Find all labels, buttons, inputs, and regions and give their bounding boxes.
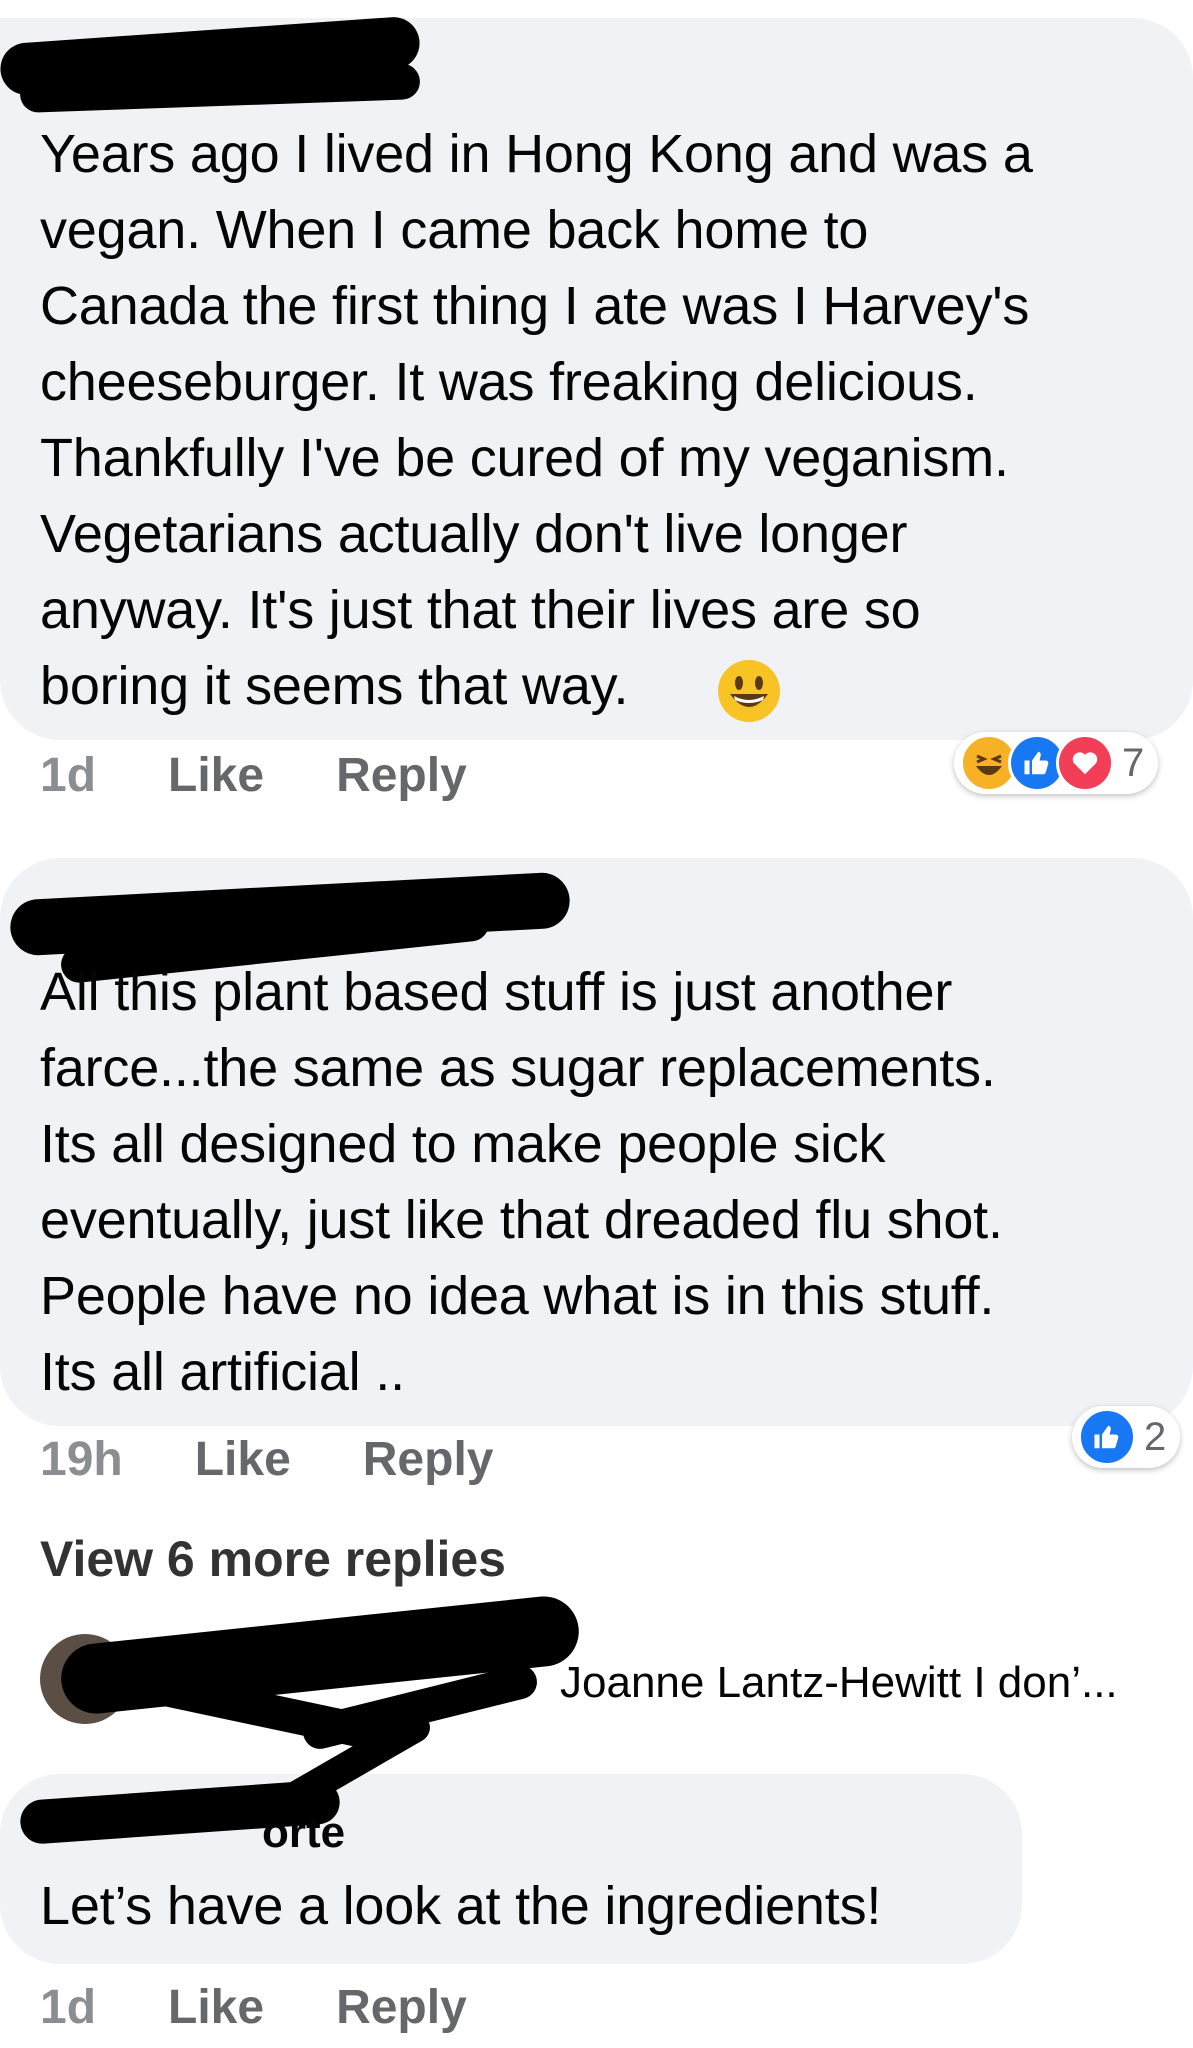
reaction-count: 2	[1144, 1414, 1167, 1459]
like-icon	[1078, 1408, 1136, 1466]
comment-text: Years ago I lived in Hong Kong and was a…	[40, 124, 1033, 716]
comment-timestamp: 1d	[40, 1981, 97, 2034]
comment-timestamp: 1d	[40, 749, 97, 802]
reply-preview-text[interactable]: Joanne Lantz-Hewitt I don’...	[560, 1658, 1118, 1708]
like-button[interactable]: Like	[168, 1980, 264, 2035]
reply-button[interactable]: Reply	[363, 1432, 494, 1487]
comment-timestamp: 19h	[40, 1433, 123, 1486]
comment-actions: 19h Like Reply	[40, 1432, 565, 1487]
comment-text: Let’s have a look at the ingredients!	[40, 1876, 882, 1936]
comment-text: All this plant based stuff is just anoth…	[40, 962, 1003, 1402]
reply-button[interactable]: Reply	[336, 1980, 467, 2035]
reaction-count: 7	[1122, 740, 1145, 785]
comment-actions: 1d Like Reply	[40, 1980, 539, 2035]
love-icon	[1056, 734, 1114, 792]
reply-button[interactable]: Reply	[336, 748, 467, 803]
like-button[interactable]: Like	[168, 748, 264, 803]
comment-author-partial[interactable]: orte	[262, 1808, 345, 1858]
reaction-summary[interactable]: 7	[954, 732, 1159, 794]
reaction-summary[interactable]: 2	[1072, 1406, 1181, 1468]
comment-actions: 1d Like Reply	[40, 748, 539, 803]
view-more-replies-link[interactable]: View 6 more replies	[40, 1530, 506, 1588]
grinning-emoji-icon	[716, 658, 782, 724]
like-button[interactable]: Like	[195, 1432, 291, 1487]
